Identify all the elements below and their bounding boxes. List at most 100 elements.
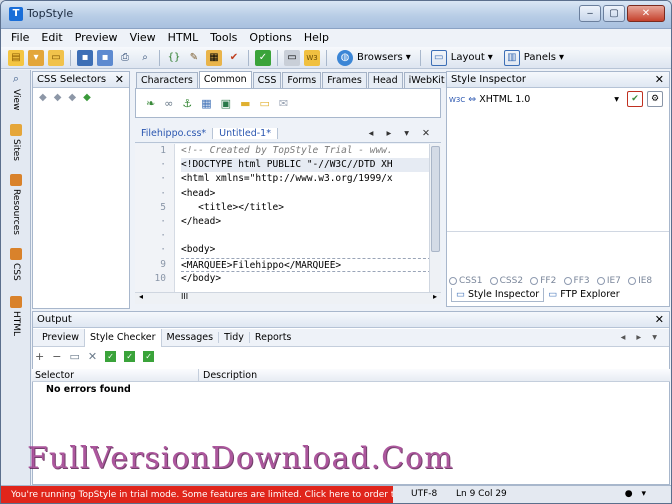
validate-icon[interactable]: ✔ bbox=[226, 50, 242, 66]
menu-options[interactable]: Options bbox=[243, 31, 297, 44]
trial-notice[interactable]: You're running TopStyle in trial mode. S… bbox=[1, 486, 393, 503]
check-green-icon[interactable]: ✓ bbox=[105, 351, 117, 362]
menu-edit[interactable]: Edit bbox=[35, 31, 68, 44]
doc-tab-untitled[interactable]: Untitled-1* bbox=[212, 128, 278, 139]
code-icon[interactable]: {} bbox=[166, 50, 182, 66]
check-icon[interactable]: ✓ bbox=[255, 49, 271, 66]
tag-add-icon[interactable]: ◆ bbox=[54, 92, 62, 103]
code-line-current: <MARQUEE>Filehippo</MARQUEE> bbox=[181, 257, 431, 272]
browsers-dropdown[interactable]: ◍ Browsers ▾ bbox=[336, 49, 411, 66]
h-scroll-thumb[interactable]: III bbox=[181, 292, 188, 301]
tab-characters[interactable]: Characters bbox=[136, 72, 198, 88]
tab-tidy[interactable]: Tidy bbox=[218, 332, 249, 343]
doc-tab-filehippo-css[interactable]: Filehippo.css* bbox=[135, 128, 212, 139]
check-all-icon[interactable]: ✓ bbox=[124, 351, 136, 362]
doc-tab-nav-icons[interactable]: ◂ ▸ ▾ ✕ bbox=[369, 128, 441, 139]
radio-ff3[interactable]: FF3 bbox=[563, 276, 590, 286]
minus-icon[interactable]: − bbox=[52, 350, 61, 363]
sites-icon bbox=[10, 124, 22, 136]
side-tab-resources[interactable]: Resources bbox=[6, 174, 26, 235]
side-tab-sites[interactable]: Sites bbox=[6, 124, 26, 161]
menu-preview[interactable]: Preview bbox=[69, 31, 124, 44]
tag-green-icon[interactable]: ◆ bbox=[83, 92, 91, 103]
doctype-select[interactable]: W3C ⇔ XHTML 1.0 ▾ bbox=[449, 92, 619, 107]
code-line: <body> bbox=[181, 244, 216, 256]
column-selector[interactable]: Selector bbox=[35, 370, 74, 381]
layout-dropdown[interactable]: ▭ Layout ▾ bbox=[430, 49, 493, 66]
leaf-icon[interactable]: ❧ bbox=[146, 97, 155, 110]
style-inspector-title: Style Inspector bbox=[451, 74, 526, 85]
tab-css[interactable]: CSS bbox=[252, 72, 282, 88]
form-icon[interactable]: ▬ bbox=[240, 97, 250, 110]
tag-icon[interactable]: ◆ bbox=[39, 92, 47, 103]
check-doc-icon[interactable]: ✓ bbox=[143, 351, 155, 362]
close-icon[interactable]: ✕ bbox=[655, 312, 664, 327]
comment-icon[interactable]: ✉ bbox=[279, 97, 288, 110]
tab-head[interactable]: Head bbox=[367, 72, 403, 88]
menu-file[interactable]: File bbox=[5, 31, 35, 44]
menu-tools[interactable]: Tools bbox=[204, 31, 243, 44]
new-dropdown-icon[interactable]: ▾ bbox=[28, 49, 44, 66]
tab-style-inspector[interactable]: ▭ Style Inspector bbox=[451, 288, 545, 302]
side-tab-view[interactable]: ⌕ View bbox=[6, 72, 26, 110]
radio-css2[interactable]: CSS2 bbox=[489, 276, 523, 286]
tab-ftp-explorer[interactable]: ▭ FTP Explorer bbox=[544, 288, 623, 302]
side-tab-html[interactable]: HTML bbox=[6, 296, 26, 336]
maximize-button[interactable]: ▢ bbox=[603, 5, 625, 22]
tab-preview[interactable]: Preview bbox=[33, 332, 84, 343]
code-editor[interactable]: 1 · · · 5 · · · 9 10 <!-- Created by Top… bbox=[135, 144, 431, 292]
table-icon[interactable]: ▦ bbox=[201, 97, 211, 110]
close-button[interactable]: ✕ bbox=[627, 5, 665, 22]
save-icon[interactable]: ▪ bbox=[77, 49, 93, 66]
cursor-position: Ln 9 Col 29 bbox=[456, 489, 507, 499]
print-icon[interactable]: ⎙ bbox=[117, 50, 133, 66]
inspect-icon[interactable]: ✔ bbox=[627, 91, 643, 107]
new-file-icon[interactable]: ▤ bbox=[8, 49, 24, 66]
tab-messages[interactable]: Messages bbox=[162, 332, 219, 343]
tag-edit-icon[interactable]: ◆ bbox=[68, 92, 76, 103]
anchor-link-icon[interactable]: ∞ bbox=[164, 97, 173, 110]
clip-icon[interactable]: ▦ bbox=[206, 49, 222, 66]
monitor-icon[interactable]: ▭ bbox=[69, 350, 79, 363]
tab-iwebkit[interactable]: iWebKit bbox=[403, 72, 450, 88]
anchor-icon[interactable]: ⚓ bbox=[182, 97, 192, 110]
close-icon[interactable]: ✕ bbox=[115, 72, 124, 87]
editor-vertical-scrollbar[interactable] bbox=[429, 144, 441, 292]
column-description[interactable]: Description bbox=[203, 370, 257, 381]
tab-frames[interactable]: Frames bbox=[322, 72, 367, 88]
plus-icon[interactable]: + bbox=[35, 350, 44, 363]
image-icon[interactable]: ▣ bbox=[221, 97, 231, 110]
close-icon[interactable]: ✕ bbox=[655, 72, 664, 87]
minimize-button[interactable]: ‒ bbox=[579, 5, 601, 22]
browsers-label: Browsers bbox=[357, 52, 403, 63]
preview-icon[interactable]: ⌕ bbox=[137, 50, 153, 66]
menu-html[interactable]: HTML bbox=[162, 31, 205, 44]
radio-ie7[interactable]: IE7 bbox=[596, 276, 621, 286]
radio-ff2[interactable]: FF2 bbox=[530, 276, 556, 286]
panels-dropdown[interactable]: ▥ Panels ▾ bbox=[503, 49, 564, 66]
side-tab-css[interactable]: CSS bbox=[6, 248, 26, 281]
tab-reports[interactable]: Reports bbox=[248, 332, 296, 343]
doctype-value: XHTML 1.0 bbox=[479, 94, 531, 105]
editor-horizontal-scrollbar[interactable]: ◂ III ▸ bbox=[135, 292, 441, 304]
menu-view[interactable]: View bbox=[124, 31, 162, 44]
tab-forms[interactable]: Forms bbox=[282, 72, 322, 88]
delete-icon[interactable]: ✕ bbox=[88, 350, 97, 363]
snippet-icon[interactable]: ▭ bbox=[284, 49, 300, 66]
radio-ie8[interactable]: IE8 bbox=[628, 276, 652, 286]
input-icon[interactable]: ▭ bbox=[259, 97, 269, 110]
wrench-icon[interactable]: ✎ bbox=[186, 50, 202, 66]
tab-style-checker[interactable]: Style Checker bbox=[83, 328, 162, 347]
menu-help[interactable]: Help bbox=[298, 31, 335, 44]
panels-label: Panels bbox=[523, 52, 556, 63]
status-nav-icons[interactable]: ● ▾ bbox=[625, 489, 649, 499]
inspector-tab-icon: ▭ bbox=[456, 289, 465, 300]
tab-common[interactable]: Common bbox=[198, 71, 252, 88]
output-nav-icons[interactable]: ◂ ▸ ▾ bbox=[621, 332, 669, 343]
w3c-icon[interactable]: W3 bbox=[304, 49, 320, 66]
open-folder-icon[interactable]: ▭ bbox=[48, 49, 64, 66]
settings-icon[interactable]: ⚙ bbox=[647, 91, 663, 107]
radio-css1[interactable]: CSS1 bbox=[449, 276, 482, 286]
save-all-icon[interactable]: ▪ bbox=[97, 49, 113, 66]
